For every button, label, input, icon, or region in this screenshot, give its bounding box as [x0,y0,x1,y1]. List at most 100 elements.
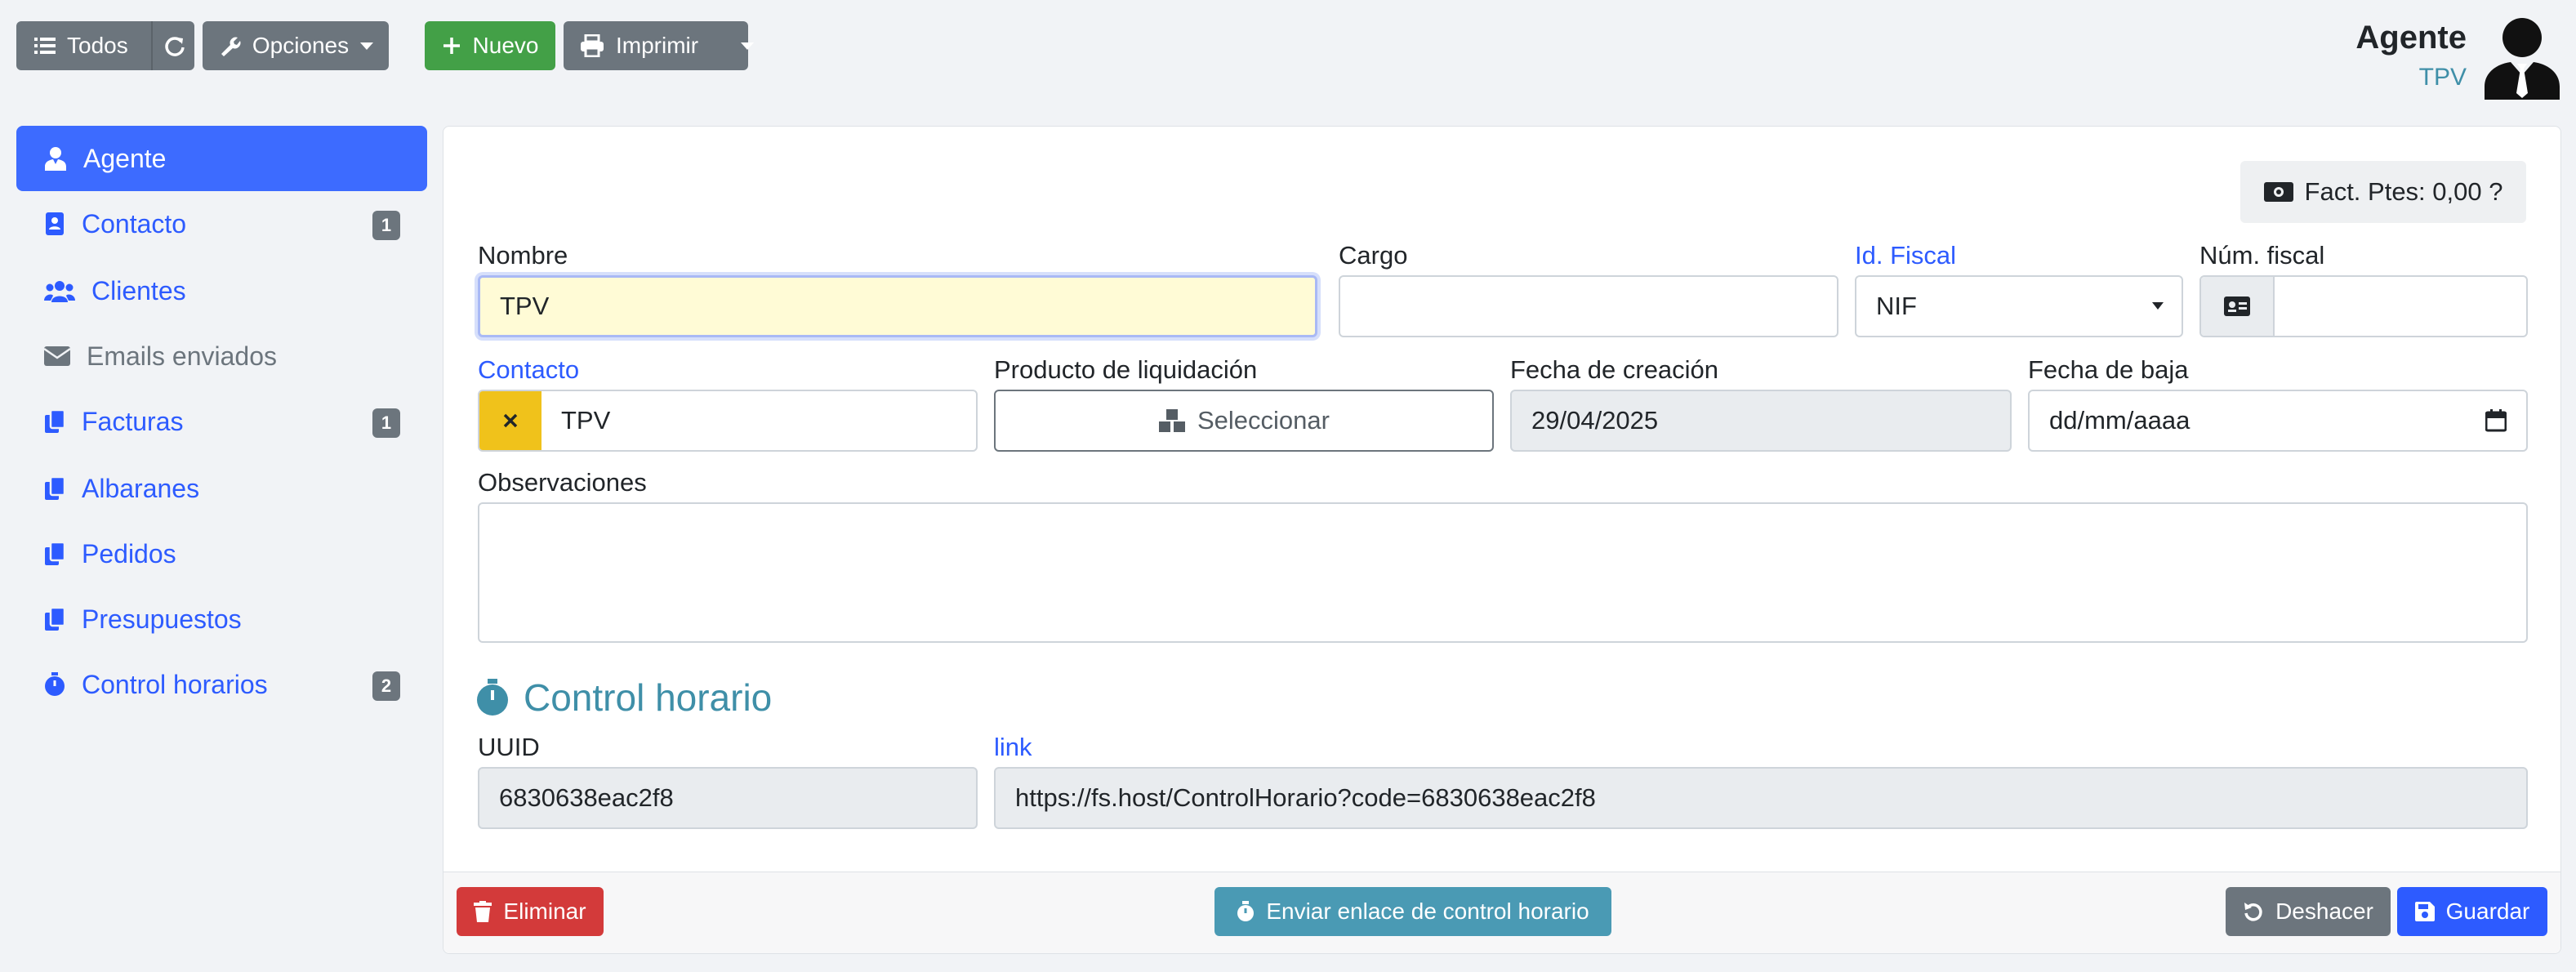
count-badge: 1 [372,211,400,240]
page-subtitle: TPV [2418,64,2467,91]
printer-icon [580,34,604,57]
calendar-icon[interactable] [2485,409,2507,432]
sidebar-item-label: Contacto [82,208,187,239]
all-button-label: Todos [67,33,128,58]
sidebar-item-label: Control horarios [82,669,268,699]
link-label[interactable]: link [994,733,1032,762]
chevron-down-icon [2152,302,2164,310]
copy-icon [44,542,65,566]
creation-date-label: Fecha de creación [1510,355,1719,384]
stopwatch-icon [476,679,509,716]
close-icon[interactable] [479,391,541,450]
fiscal-id-select[interactable]: NIF [1855,275,2183,337]
name-label: Nombre [478,241,568,270]
chevron-down-icon [360,42,374,50]
sidebar-item-label: Albaranes [82,473,200,503]
leave-date-label: Fecha de baja [2028,355,2189,384]
undo-icon [2243,901,2264,922]
fiscal-id-label[interactable]: Id. Fiscal [1855,241,1956,270]
sidebar-item-control-horarios[interactable]: Control horarios 2 [16,652,427,717]
count-badge: 1 [372,408,400,438]
sidebar-item-pedidos[interactable]: Pedidos [16,521,427,586]
sidebar-item-facturas[interactable]: Facturas 1 [16,389,427,454]
time-control-heading: Control horario [476,675,772,720]
card-footer: Eliminar Enviar enlace de control horari… [443,872,2560,953]
link-field: https://fs.host/ControlHorario?code=6830… [994,767,2528,829]
copy-icon [44,607,65,631]
print-button[interactable]: Imprimir [564,21,755,70]
undo-button[interactable]: Deshacer [2226,887,2391,936]
options-button[interactable]: Opciones [203,21,389,70]
plus-icon [442,36,461,56]
page-title: Agente [2355,20,2467,56]
refresh-icon[interactable] [164,35,185,56]
options-button-label: Opciones [252,33,350,58]
fiscal-number-group [2199,275,2528,337]
name-input[interactable]: TPV [478,275,1317,337]
address-book-icon [44,212,65,236]
sidebar-item-agente[interactable]: Agente [16,126,427,191]
save-button[interactable]: Guardar [2397,887,2547,936]
delete-button-label: Eliminar [503,898,586,924]
sidebar-item-label: Emails enviados [87,341,277,371]
sidebar-item-label: Presupuestos [82,604,242,634]
select-product-label: Seleccionar [1197,406,1330,435]
sidebar-item-contacto[interactable]: Contacto 1 [16,191,427,256]
sidebar-item-clientes[interactable]: Clientes [16,258,427,323]
sidebar-item-albaranes[interactable]: Albaranes [16,456,427,521]
notes-label: Observaciones [478,468,647,497]
all-button[interactable]: Todos [16,21,194,70]
fiscal-id-value: NIF [1876,292,1917,320]
contact-input[interactable]: TPV [541,406,610,435]
undo-button-label: Deshacer [2275,898,2373,924]
sidebar-item-emails-enviados[interactable]: Emails enviados [16,323,427,389]
save-button-label: Guardar [2445,898,2530,924]
copy-icon [44,409,65,434]
product-label: Producto de liquidación [994,355,1258,384]
stopwatch-icon [1237,901,1255,922]
contact-label[interactable]: Contacto [478,355,579,385]
sidebar-item-label: Pedidos [82,538,176,568]
users-icon [44,279,75,302]
pending-invoices-label: Fact. Ptes: 0,00 ? [2304,177,2503,206]
position-label: Cargo [1339,241,1408,270]
user-tie-icon [44,146,67,171]
count-badge: 2 [372,671,400,701]
sidebar-item-presupuestos[interactable]: Presupuestos [16,586,427,652]
leave-date-placeholder: dd/mm/aaaa [2049,406,2190,435]
copy-icon [44,476,65,501]
notes-textarea[interactable] [478,502,2528,643]
sidebar-item-label: Facturas [82,406,184,436]
delete-button[interactable]: Eliminar [457,887,604,936]
leave-date-input[interactable]: dd/mm/aaaa [2028,390,2528,452]
envelope-icon [44,346,70,366]
select-product-button[interactable]: Seleccionar [994,390,1494,452]
new-button[interactable]: Nuevo [425,21,555,70]
contact-group: TPV [478,390,978,452]
time-control-title: Control horario [524,676,773,719]
user-tie-avatar-icon [2483,18,2561,100]
trash-icon [474,901,492,922]
uuid-label: UUID [478,733,540,761]
money-bill-icon [2263,182,2293,202]
floppy-disk-icon [2414,902,2435,921]
cubes-icon [1158,408,1186,433]
uuid-field: 6830638eac2f8 [478,767,978,829]
agent-form-card: Fact. Ptes: 0,00 ? Nombre TPV Cargo Id. … [443,126,2561,954]
id-card-icon [2201,277,2275,336]
sidebar-item-label: Agente [83,143,167,173]
print-dropdown-icon[interactable] [741,42,755,50]
fiscal-number-input[interactable] [2275,277,2526,336]
send-time-control-link-button[interactable]: Enviar enlace de control horario [1214,887,1611,936]
list-icon [34,37,56,55]
creation-date-field: 29/04/2025 [1510,390,2012,452]
sidebar-item-label: Clientes [91,275,186,305]
wrench-icon [218,34,241,57]
position-input[interactable] [1339,275,1838,337]
stopwatch-icon [44,672,65,697]
send-link-button-label: Enviar enlace de control horario [1266,898,1589,924]
pending-invoices-badge[interactable]: Fact. Ptes: 0,00 ? [2240,161,2526,223]
fiscal-number-label: Núm. fiscal [2199,241,2325,270]
print-button-label: Imprimir [616,33,699,58]
new-button-label: Nuevo [472,33,539,58]
